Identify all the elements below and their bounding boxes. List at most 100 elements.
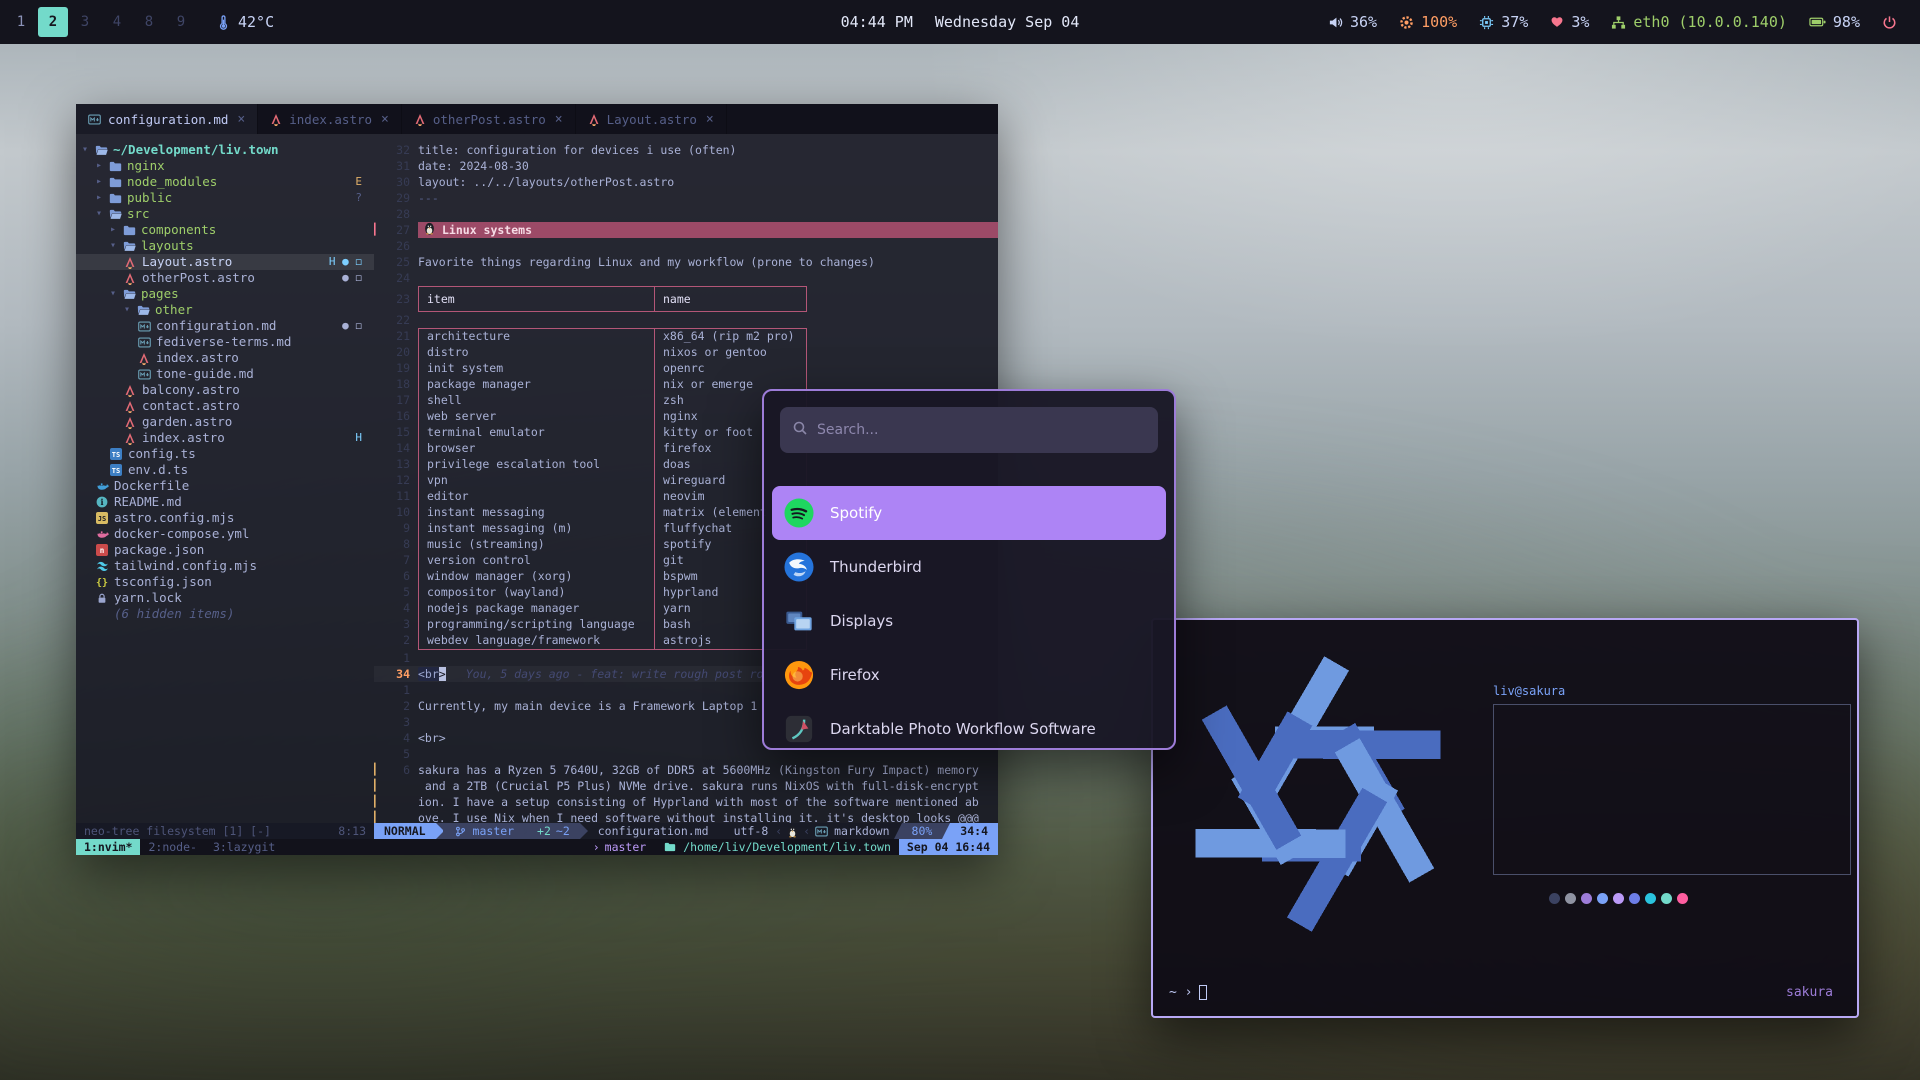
- tree-item[interactable]: fediverse-terms.md: [76, 334, 374, 350]
- workspace-button[interactable]: 1: [6, 7, 36, 37]
- editor-tab[interactable]: index.astro ×: [258, 104, 402, 134]
- line-number: 13: [374, 456, 418, 472]
- tree-item[interactable]: TS config.ts: [76, 446, 374, 462]
- status-icon: [1328, 15, 1343, 30]
- tree-item[interactable]: TS env.d.ts: [76, 462, 374, 478]
- expander-icon[interactable]: [124, 302, 137, 318]
- tree-item[interactable]: pages: [76, 286, 374, 302]
- status-module[interactable]: [1882, 15, 1904, 30]
- tree-item[interactable]: other: [76, 302, 374, 318]
- tree-item[interactable]: ~/Development/liv.town: [76, 142, 374, 158]
- expander-icon[interactable]: [96, 206, 109, 222]
- workspace-button[interactable]: 9: [166, 7, 196, 37]
- app-label: Firefox: [830, 666, 880, 684]
- launcher-item[interactable]: Thunderbird: [772, 540, 1166, 594]
- expander-icon[interactable]: [110, 286, 123, 302]
- right-prompt: sakura: [1786, 985, 1833, 1000]
- app-icon: [784, 606, 814, 636]
- tree-item[interactable]: src: [76, 206, 374, 222]
- git-status-badge: H: [355, 430, 374, 446]
- expander-icon[interactable]: [110, 222, 123, 238]
- file-icon: n: [96, 544, 114, 556]
- topbar-right: 36% 100% 37% 3%: [1310, 13, 1920, 31]
- tree-item[interactable]: index.astro: [76, 350, 374, 366]
- line-number: 3: [374, 616, 418, 632]
- tree-item[interactable]: otherPost.astro ● ◻: [76, 270, 374, 286]
- tree-item[interactable]: garden.astro: [76, 414, 374, 430]
- vim-mode-indicator: NORMAL: [374, 823, 436, 839]
- file-icon: JS: [96, 512, 114, 524]
- tree-item[interactable]: i README.md: [76, 494, 374, 510]
- status-icon: [1611, 15, 1626, 30]
- table-cell-item: compositor (wayland): [419, 585, 655, 601]
- tree-item[interactable]: balcony.astro: [76, 382, 374, 398]
- table-cell-name: nixos or gentoo: [655, 345, 806, 361]
- tmux-window[interactable]: 3:lazygit: [205, 839, 283, 855]
- tree-item[interactable]: yarn.lock: [76, 590, 374, 606]
- tree-item[interactable]: public ?: [76, 190, 374, 206]
- editor-tab[interactable]: Layout.astro ×: [576, 104, 727, 134]
- terminal-window[interactable]: liv@sakura OS: NixOS 24.11.20240828.71e9…: [1151, 618, 1859, 1018]
- tree-item[interactable]: (6 hidden items): [76, 606, 374, 622]
- editor-tab[interactable]: otherPost.astro ×: [402, 104, 576, 134]
- tree-item[interactable]: tone-guide.md: [76, 366, 374, 382]
- clock-date: Wednesday Sep 04: [935, 13, 1080, 31]
- tree-item[interactable]: node_modules E: [76, 174, 374, 190]
- table-cell-item: architecture: [419, 329, 655, 345]
- expander-icon[interactable]: [82, 142, 95, 158]
- line-number: 28: [382, 206, 418, 222]
- launcher-item[interactable]: Darktable Photo Workflow Software: [772, 702, 1166, 750]
- tree-item[interactable]: JS astro.config.mjs: [76, 510, 374, 526]
- search-box[interactable]: [780, 407, 1158, 453]
- tree-item-label: components: [141, 222, 216, 238]
- tree-item[interactable]: {} tsconfig.json: [76, 574, 374, 590]
- tab-close-icon[interactable]: ×: [381, 112, 389, 127]
- workspace-button[interactable]: 4: [102, 7, 132, 37]
- workspace-button[interactable]: 8: [134, 7, 164, 37]
- tree-item[interactable]: layouts: [76, 238, 374, 254]
- tmux-window[interactable]: 1:nvim*: [76, 839, 140, 855]
- tab-close-icon[interactable]: ×: [555, 112, 563, 127]
- tree-item[interactable]: Layout.astro H ● ◻: [76, 254, 374, 270]
- editor-tab[interactable]: configuration.md ×: [76, 104, 258, 134]
- search-input[interactable]: [817, 422, 1146, 438]
- tmux-window[interactable]: 2:node-: [140, 839, 204, 855]
- tree-item[interactable]: configuration.md ● ◻: [76, 318, 374, 334]
- status-module[interactable]: 100%: [1399, 13, 1457, 31]
- tab-label: index.astro: [289, 112, 372, 127]
- shell-prompt[interactable]: ~ ›: [1169, 985, 1207, 1000]
- status-module[interactable]: 36%: [1328, 13, 1377, 31]
- expander-icon[interactable]: [96, 190, 109, 206]
- tree-item[interactable]: index.astro H: [76, 430, 374, 446]
- branch-icon: [453, 826, 468, 837]
- status-module[interactable]: 37%: [1479, 13, 1528, 31]
- tree-item[interactable]: nginx: [76, 158, 374, 174]
- tree-item-label: package.json: [114, 542, 204, 558]
- tab-close-icon[interactable]: ×: [706, 112, 714, 127]
- tree-item[interactable]: n package.json: [76, 542, 374, 558]
- expander-icon[interactable]: [110, 238, 123, 254]
- status-module[interactable]: eth0 (10.0.0.140): [1611, 13, 1787, 31]
- tree-item[interactable]: contact.astro: [76, 398, 374, 414]
- workspace-button[interactable]: 3: [70, 7, 100, 37]
- table-row: window manager (xorg) bspwm: [419, 569, 806, 585]
- tree-item[interactable]: components: [76, 222, 374, 238]
- launcher-item[interactable]: Spotify: [772, 486, 1166, 540]
- app-label: Darktable Photo Workflow Software: [830, 720, 1096, 738]
- status-module[interactable]: 3%: [1550, 13, 1589, 31]
- tree-item[interactable]: Dockerfile: [76, 478, 374, 494]
- workspace-button[interactable]: 2: [38, 7, 68, 37]
- tab-close-icon[interactable]: ×: [237, 112, 245, 127]
- status-module[interactable]: 98%: [1809, 13, 1860, 31]
- tree-item[interactable]: tailwind.config.mjs: [76, 558, 374, 574]
- palette-dot: [1597, 893, 1608, 904]
- expander-icon[interactable]: [96, 174, 109, 190]
- launcher-item[interactable]: Displays: [772, 594, 1166, 648]
- table-cell-item: programming/scripting language: [419, 617, 655, 633]
- tree-item[interactable]: docker-compose.yml: [76, 526, 374, 542]
- launcher-item[interactable]: Firefox: [772, 648, 1166, 702]
- table-cell-item: instant messaging: [419, 505, 655, 521]
- expander-icon[interactable]: [96, 158, 109, 174]
- tree-item-label: configuration.md: [156, 318, 276, 334]
- file-icon: [109, 177, 127, 188]
